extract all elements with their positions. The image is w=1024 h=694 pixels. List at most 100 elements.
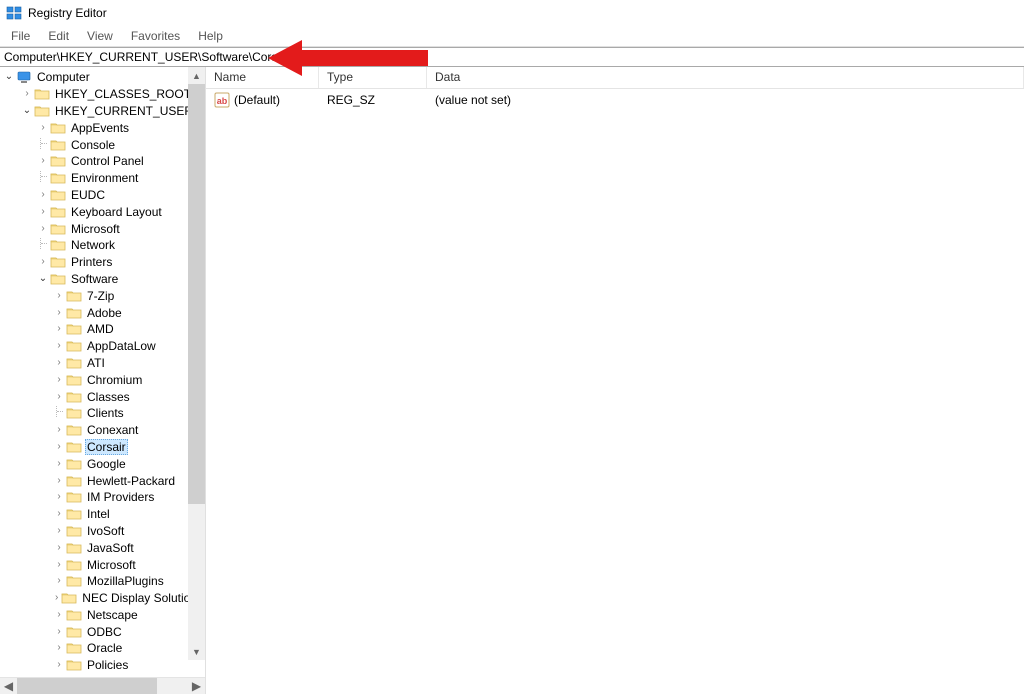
- tree-item[interactable]: ›AppEvents: [0, 119, 205, 136]
- chevron-right-icon[interactable]: ›: [20, 89, 34, 99]
- column-header-type[interactable]: Type: [319, 67, 427, 88]
- chevron-right-icon[interactable]: ›: [52, 526, 66, 536]
- tree-item[interactable]: ›IM Providers: [0, 489, 205, 506]
- tree-item[interactable]: ›Printers: [0, 254, 205, 271]
- tree-item-label: Adobe: [85, 306, 124, 320]
- tree-item[interactable]: ⌄Software: [0, 271, 205, 288]
- chevron-right-icon[interactable]: ›: [52, 492, 66, 502]
- folder-icon: [66, 574, 82, 588]
- tree-item[interactable]: ›ODBC: [0, 623, 205, 640]
- tree-item[interactable]: ›NEC Display Solutions: [0, 590, 205, 607]
- chevron-right-icon[interactable]: ›: [52, 291, 66, 301]
- scroll-thumb-h[interactable]: [17, 678, 157, 694]
- tree-item[interactable]: ›EUDC: [0, 187, 205, 204]
- tree-item[interactable]: ›Netscape: [0, 607, 205, 624]
- chevron-right-icon[interactable]: ›: [52, 593, 61, 603]
- scroll-thumb[interactable]: [188, 84, 205, 504]
- scroll-left-icon[interactable]: ◀: [0, 678, 17, 694]
- tree-item[interactable]: › Google: [0, 455, 205, 472]
- tree-item[interactable]: ›MozillaPlugins: [0, 573, 205, 590]
- list-row[interactable]: ab(Default)REG_SZ(value not set): [206, 91, 1024, 109]
- chevron-right-icon[interactable]: ›: [36, 156, 50, 166]
- tree-item[interactable]: ›Policies: [0, 657, 205, 674]
- chevron-right-icon[interactable]: ›: [52, 543, 66, 553]
- tree-item[interactable]: ›Microsoft: [0, 556, 205, 573]
- chevron-right-icon[interactable]: ›: [36, 190, 50, 200]
- chevron-down-icon[interactable]: ⌄: [20, 106, 34, 116]
- chevron-right-icon[interactable]: ›: [52, 459, 66, 469]
- tree-item[interactable]: › 7-Zip: [0, 287, 205, 304]
- menu-file[interactable]: File: [2, 27, 39, 45]
- chevron-right-icon[interactable]: ›: [52, 509, 66, 519]
- chevron-right-icon[interactable]: ›: [52, 660, 66, 670]
- chevron-right-icon[interactable]: ›: [52, 442, 66, 452]
- tree-item-label: Console: [69, 138, 117, 152]
- tree-item[interactable]: ›Keyboard Layout: [0, 203, 205, 220]
- list-pane: Name Type Data ab(Default)REG_SZ(value n…: [206, 67, 1024, 694]
- tree-item[interactable]: ⌄HKEY_CURRENT_USER: [0, 103, 205, 120]
- chevron-right-icon[interactable]: ›: [52, 392, 66, 402]
- tree-item[interactable]: Clients: [0, 405, 205, 422]
- chevron-right-icon[interactable]: ›: [52, 627, 66, 637]
- tree-item[interactable]: ›Conexant: [0, 422, 205, 439]
- folder-icon: [66, 541, 82, 555]
- chevron-right-icon[interactable]: ›: [52, 308, 66, 318]
- tree-item[interactable]: ›Control Panel: [0, 153, 205, 170]
- tree-item[interactable]: ›Intel: [0, 506, 205, 523]
- tree-item[interactable]: ›Classes: [0, 388, 205, 405]
- tree-item[interactable]: Network: [0, 237, 205, 254]
- tree-item[interactable]: ›HKEY_CLASSES_ROOT: [0, 86, 205, 103]
- tree-item[interactable]: Console: [0, 136, 205, 153]
- chevron-right-icon[interactable]: ›: [52, 375, 66, 385]
- menu-help[interactable]: Help: [189, 27, 232, 45]
- scroll-up-icon[interactable]: ▲: [188, 67, 205, 84]
- tree-item[interactable]: ›AppDataLow: [0, 338, 205, 355]
- chevron-right-icon[interactable]: ›: [36, 257, 50, 267]
- tree-item[interactable]: ›Hewlett-Packard: [0, 472, 205, 489]
- tree-item[interactable]: Environment: [0, 170, 205, 187]
- menu-view[interactable]: View: [78, 27, 122, 45]
- tree-item[interactable]: ›Oracle: [0, 640, 205, 657]
- tree-item[interactable]: ›Corsair: [0, 439, 205, 456]
- chevron-right-icon[interactable]: ›: [52, 610, 66, 620]
- folder-icon: [66, 507, 82, 521]
- chevron-right-icon[interactable]: ›: [36, 207, 50, 217]
- chevron-right-icon[interactable]: ›: [52, 476, 66, 486]
- chevron-right-icon[interactable]: ›: [52, 576, 66, 586]
- tree-scroll[interactable]: ⌄Computer›HKEY_CLASSES_ROOT⌄HKEY_CURRENT…: [0, 67, 205, 677]
- scroll-down-icon[interactable]: ▼: [188, 643, 205, 660]
- tree-item[interactable]: ›Microsoft: [0, 220, 205, 237]
- tree-item-computer[interactable]: ⌄Computer: [0, 69, 205, 86]
- chevron-right-icon[interactable]: ›: [52, 643, 66, 653]
- folder-icon: [66, 406, 82, 420]
- tree-item[interactable]: ›ATI: [0, 355, 205, 372]
- tree-item[interactable]: ›IvoSoft: [0, 523, 205, 540]
- scroll-right-icon[interactable]: ▶: [188, 678, 205, 694]
- chevron-right-icon[interactable]: ›: [52, 560, 66, 570]
- tree-item-label: 7-Zip: [85, 289, 116, 303]
- tree-item[interactable]: › Adobe: [0, 304, 205, 321]
- tree-item-label: Network: [69, 238, 117, 252]
- chevron-right-icon[interactable]: ›: [52, 324, 66, 334]
- chevron-right-icon[interactable]: ›: [36, 224, 50, 234]
- horizontal-scrollbar[interactable]: ◀ ▶: [0, 677, 205, 694]
- tree-item[interactable]: › AMD: [0, 321, 205, 338]
- column-header-name[interactable]: Name: [206, 67, 319, 88]
- column-header-data[interactable]: Data: [427, 67, 1024, 88]
- folder-icon: [50, 154, 66, 168]
- address-input[interactable]: [4, 48, 1020, 66]
- tree-item[interactable]: ›JavaSoft: [0, 539, 205, 556]
- chevron-right-icon[interactable]: ›: [52, 425, 66, 435]
- chevron-down-icon[interactable]: ⌄: [36, 274, 50, 284]
- vertical-scrollbar[interactable]: ▲ ▼: [188, 67, 205, 660]
- tree-item-label: Google: [85, 457, 128, 471]
- chevron-down-icon[interactable]: ⌄: [2, 72, 16, 82]
- chevron-right-icon[interactable]: ›: [52, 358, 66, 368]
- chevron-right-icon[interactable]: ›: [52, 341, 66, 351]
- tree-pane: ⌄Computer›HKEY_CLASSES_ROOT⌄HKEY_CURRENT…: [0, 67, 206, 694]
- menu-favorites[interactable]: Favorites: [122, 27, 189, 45]
- tree-item-label: AMD: [85, 322, 116, 336]
- tree-item[interactable]: ›Chromium: [0, 371, 205, 388]
- menu-edit[interactable]: Edit: [39, 27, 78, 45]
- chevron-right-icon[interactable]: ›: [36, 123, 50, 133]
